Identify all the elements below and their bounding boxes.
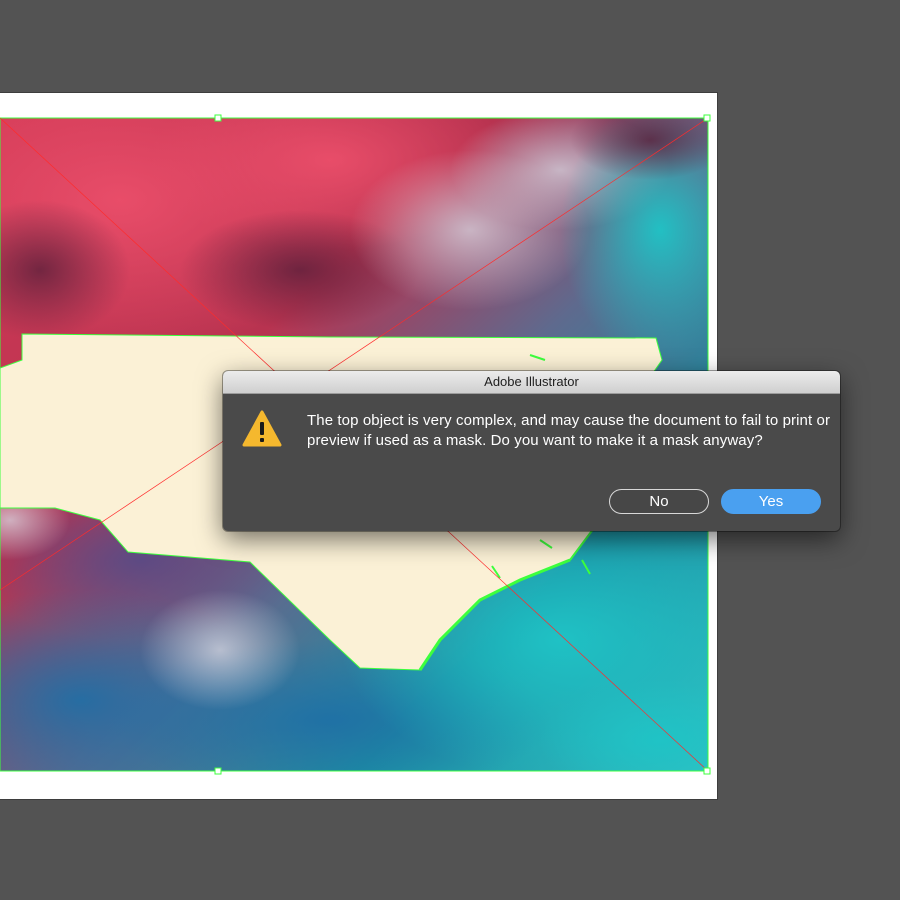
dialog-message: The top object is very complex, and may … xyxy=(307,412,831,449)
warning-icon xyxy=(242,410,282,447)
no-button[interactable]: No xyxy=(609,489,709,514)
yes-button[interactable]: Yes xyxy=(721,489,821,514)
dialog-title: Adobe Illustrator xyxy=(223,371,840,394)
mask-warning-dialog: Adobe Illustrator The top object is very… xyxy=(223,371,840,531)
